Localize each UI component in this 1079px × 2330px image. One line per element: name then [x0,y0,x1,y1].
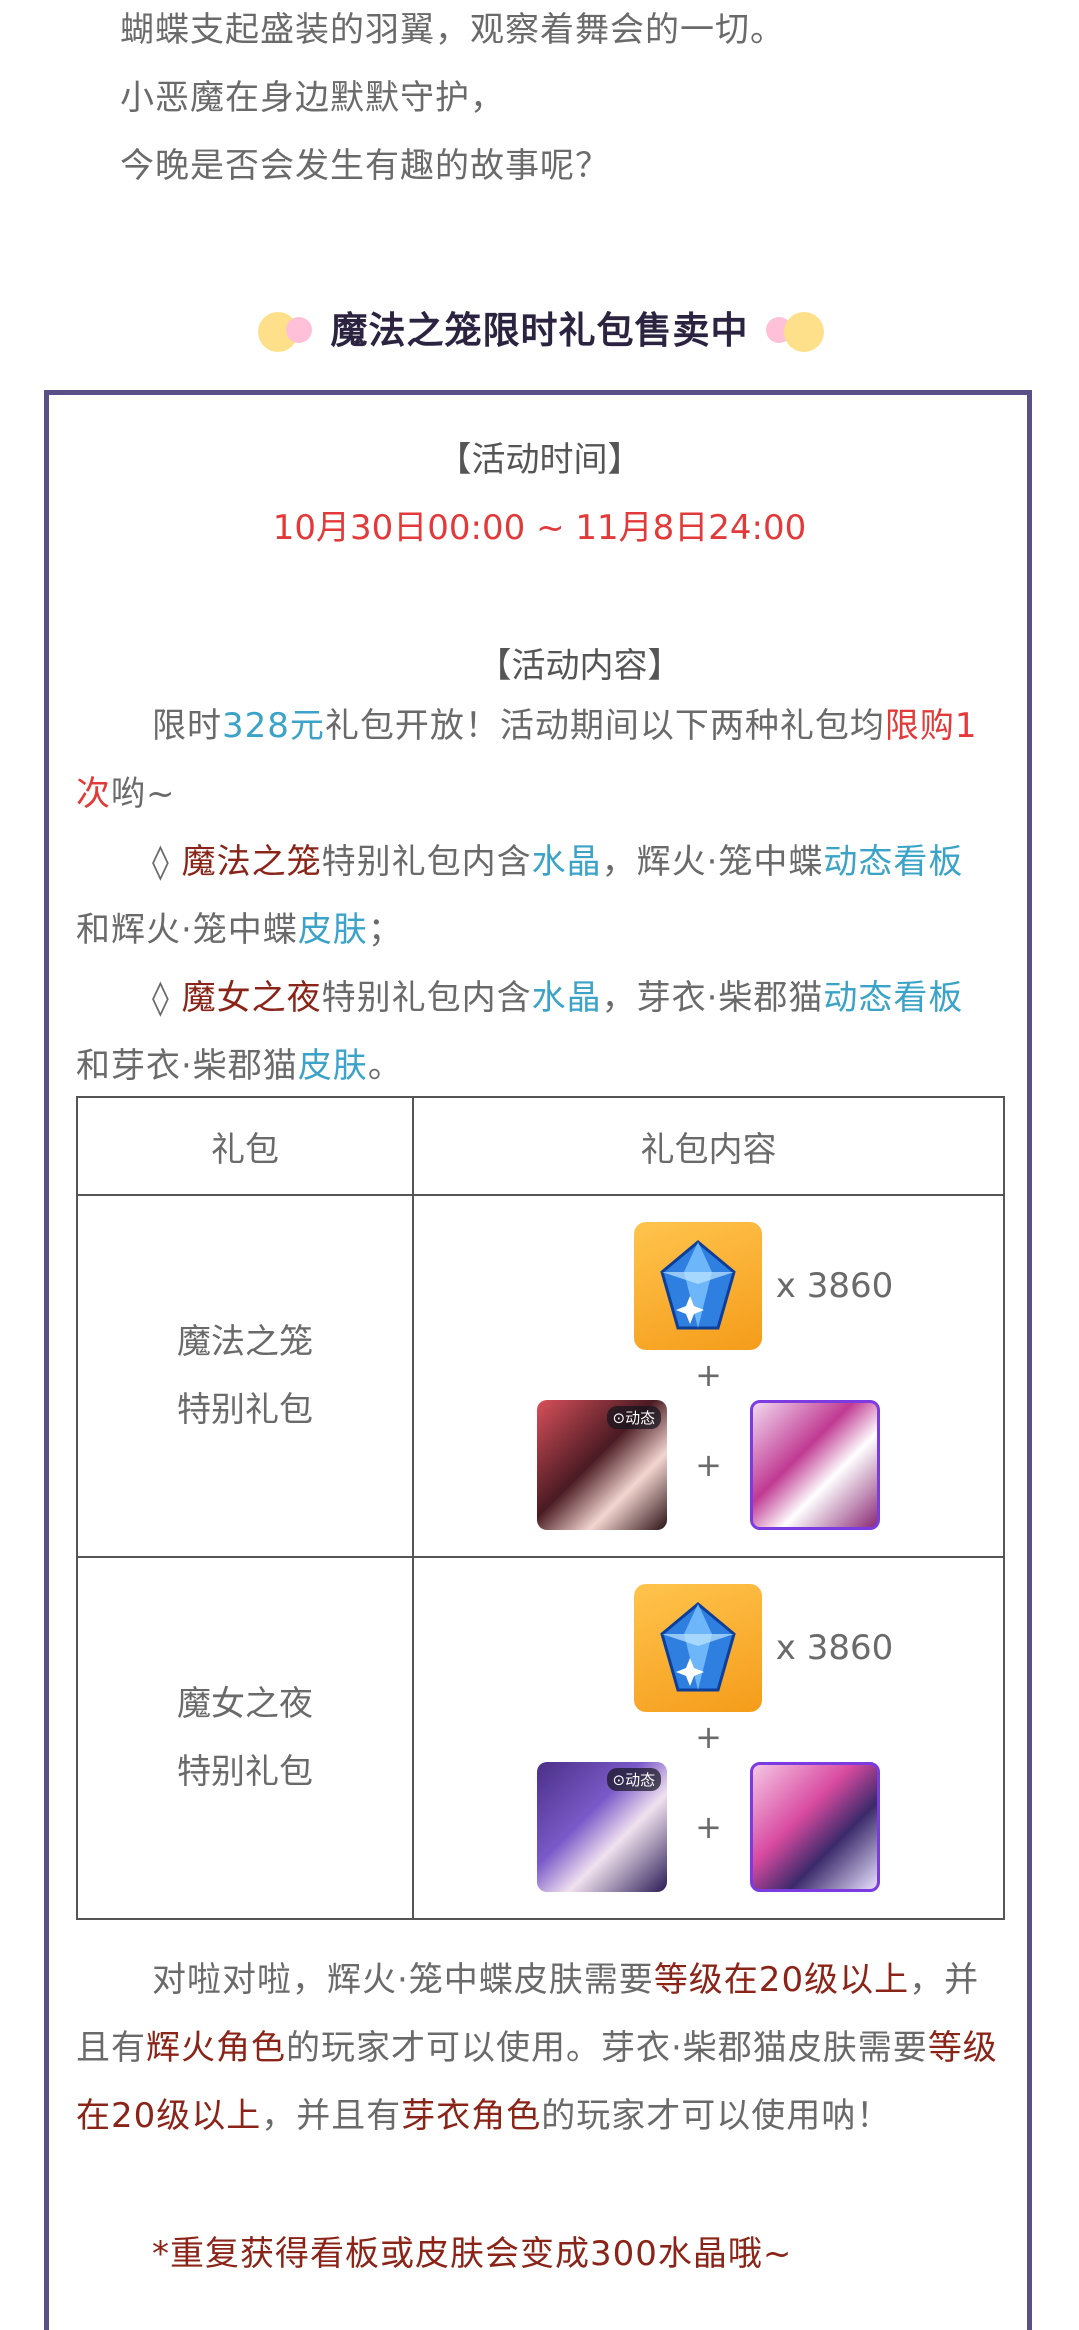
intro-line-2: 小恶魔在身边默默守护， [120,78,505,118]
dynamic-badge: ⊙动态 [606,1768,662,1791]
table-header-package: 礼包 [76,1096,414,1196]
table-header-contents: 礼包内容 [412,1096,1005,1196]
package-contents-cell: x 3860 + ⊙动态 + [412,1194,1005,1558]
event-time-range: 10月30日00:00 ~ 11月8日24:00 [272,508,807,548]
content-bullet-2: ◊ 魔女之夜特别礼包内含水晶，芽衣·柴郡猫动态看板和芽衣·柴郡猫皮肤。 [76,978,964,1086]
package-name-cell: 魔法之笼 特别礼包 [76,1194,414,1558]
package-contents-cell: x 3860 + ⊙动态 + [412,1556,1005,1920]
plus-sign: + [695,1356,722,1394]
section-title: 魔法之笼限时礼包售卖中 [330,309,749,352]
decor-dots-right-icon [766,310,824,354]
footnote: *重复获得看板或皮肤会变成300水晶哦~ [152,2234,793,2274]
crystal-icon [633,1584,762,1712]
intro-line-3: 今晚是否会发生有趣的故事呢？ [120,146,610,186]
dynamic-board-portrait-icon: ⊙动态 [537,1400,668,1530]
package-name-line-1: 魔女之夜 [177,1684,313,1724]
table-row: 魔法之笼 特别礼包 x 3860 + ⊙动态 + [76,1194,1005,1558]
crystal-icon [633,1222,762,1350]
package-name-line-2: 特别礼包 [177,1752,313,1792]
dynamic-board-portrait-icon: ⊙动态 [537,1762,668,1892]
event-content-heading: 【活动内容】 [477,646,682,686]
notes-paragraph: 对啦对啦，辉火·笼中蝶皮肤需要等级在20级以上，并且有辉火角色的玩家才可以使用。… [76,1960,998,2136]
intro-line-1: 蝴蝶支起盛装的羽翼，观察着舞会的一切。 [120,10,785,50]
plus-sign: + [695,1718,722,1756]
plus-sign: + [695,1446,722,1484]
package-name-cell: 魔女之夜 特别礼包 [76,1556,414,1920]
content-bullet-1: ◊ 魔法之笼特别礼包内含水晶，辉火·笼中蝶动态看板和辉火·笼中蝶皮肤； [76,842,964,950]
gift-table: 礼包 礼包内容 魔法之笼 特别礼包 x 3860 + ⊙动态 + 魔女之夜 特别… [76,1096,1005,1920]
crystal-quantity: x 3860 [775,1266,894,1306]
skin-portrait-icon [749,1762,880,1892]
dynamic-badge: ⊙动态 [606,1406,662,1429]
crystal-quantity: x 3860 [775,1628,894,1668]
package-name-line-1: 魔法之笼 [177,1322,313,1362]
package-name-line-2: 特别礼包 [177,1390,313,1430]
plus-sign: + [695,1808,722,1846]
event-time-heading: 【活动时间】 [437,440,642,480]
table-row: 魔女之夜 特别礼包 x 3860 + ⊙动态 + [76,1556,1005,1920]
content-paragraph-1: 限时328元礼包开放！活动期间以下两种礼包均限购1次哟~ [76,706,978,814]
skin-portrait-icon [749,1400,880,1530]
